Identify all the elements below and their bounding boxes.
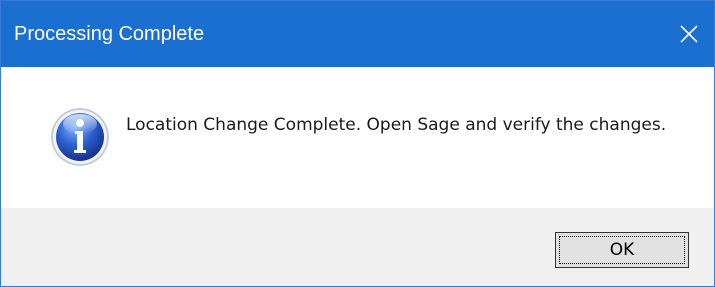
title-bar: Processing Complete [1,1,714,67]
window-title: Processing Complete [14,23,205,45]
dialog-message: Location Change Complete. Open Sage and … [126,115,667,135]
close-button[interactable] [664,1,714,67]
dialog-body: Location Change Complete. Open Sage and … [1,67,714,208]
button-bar: OK [1,208,714,286]
close-icon [680,25,698,43]
ok-button-label: OK [609,240,635,260]
ok-button[interactable]: OK [555,232,689,268]
message-dialog: Processing Complete Location Change Comp… [0,0,715,287]
info-icon [49,106,111,168]
